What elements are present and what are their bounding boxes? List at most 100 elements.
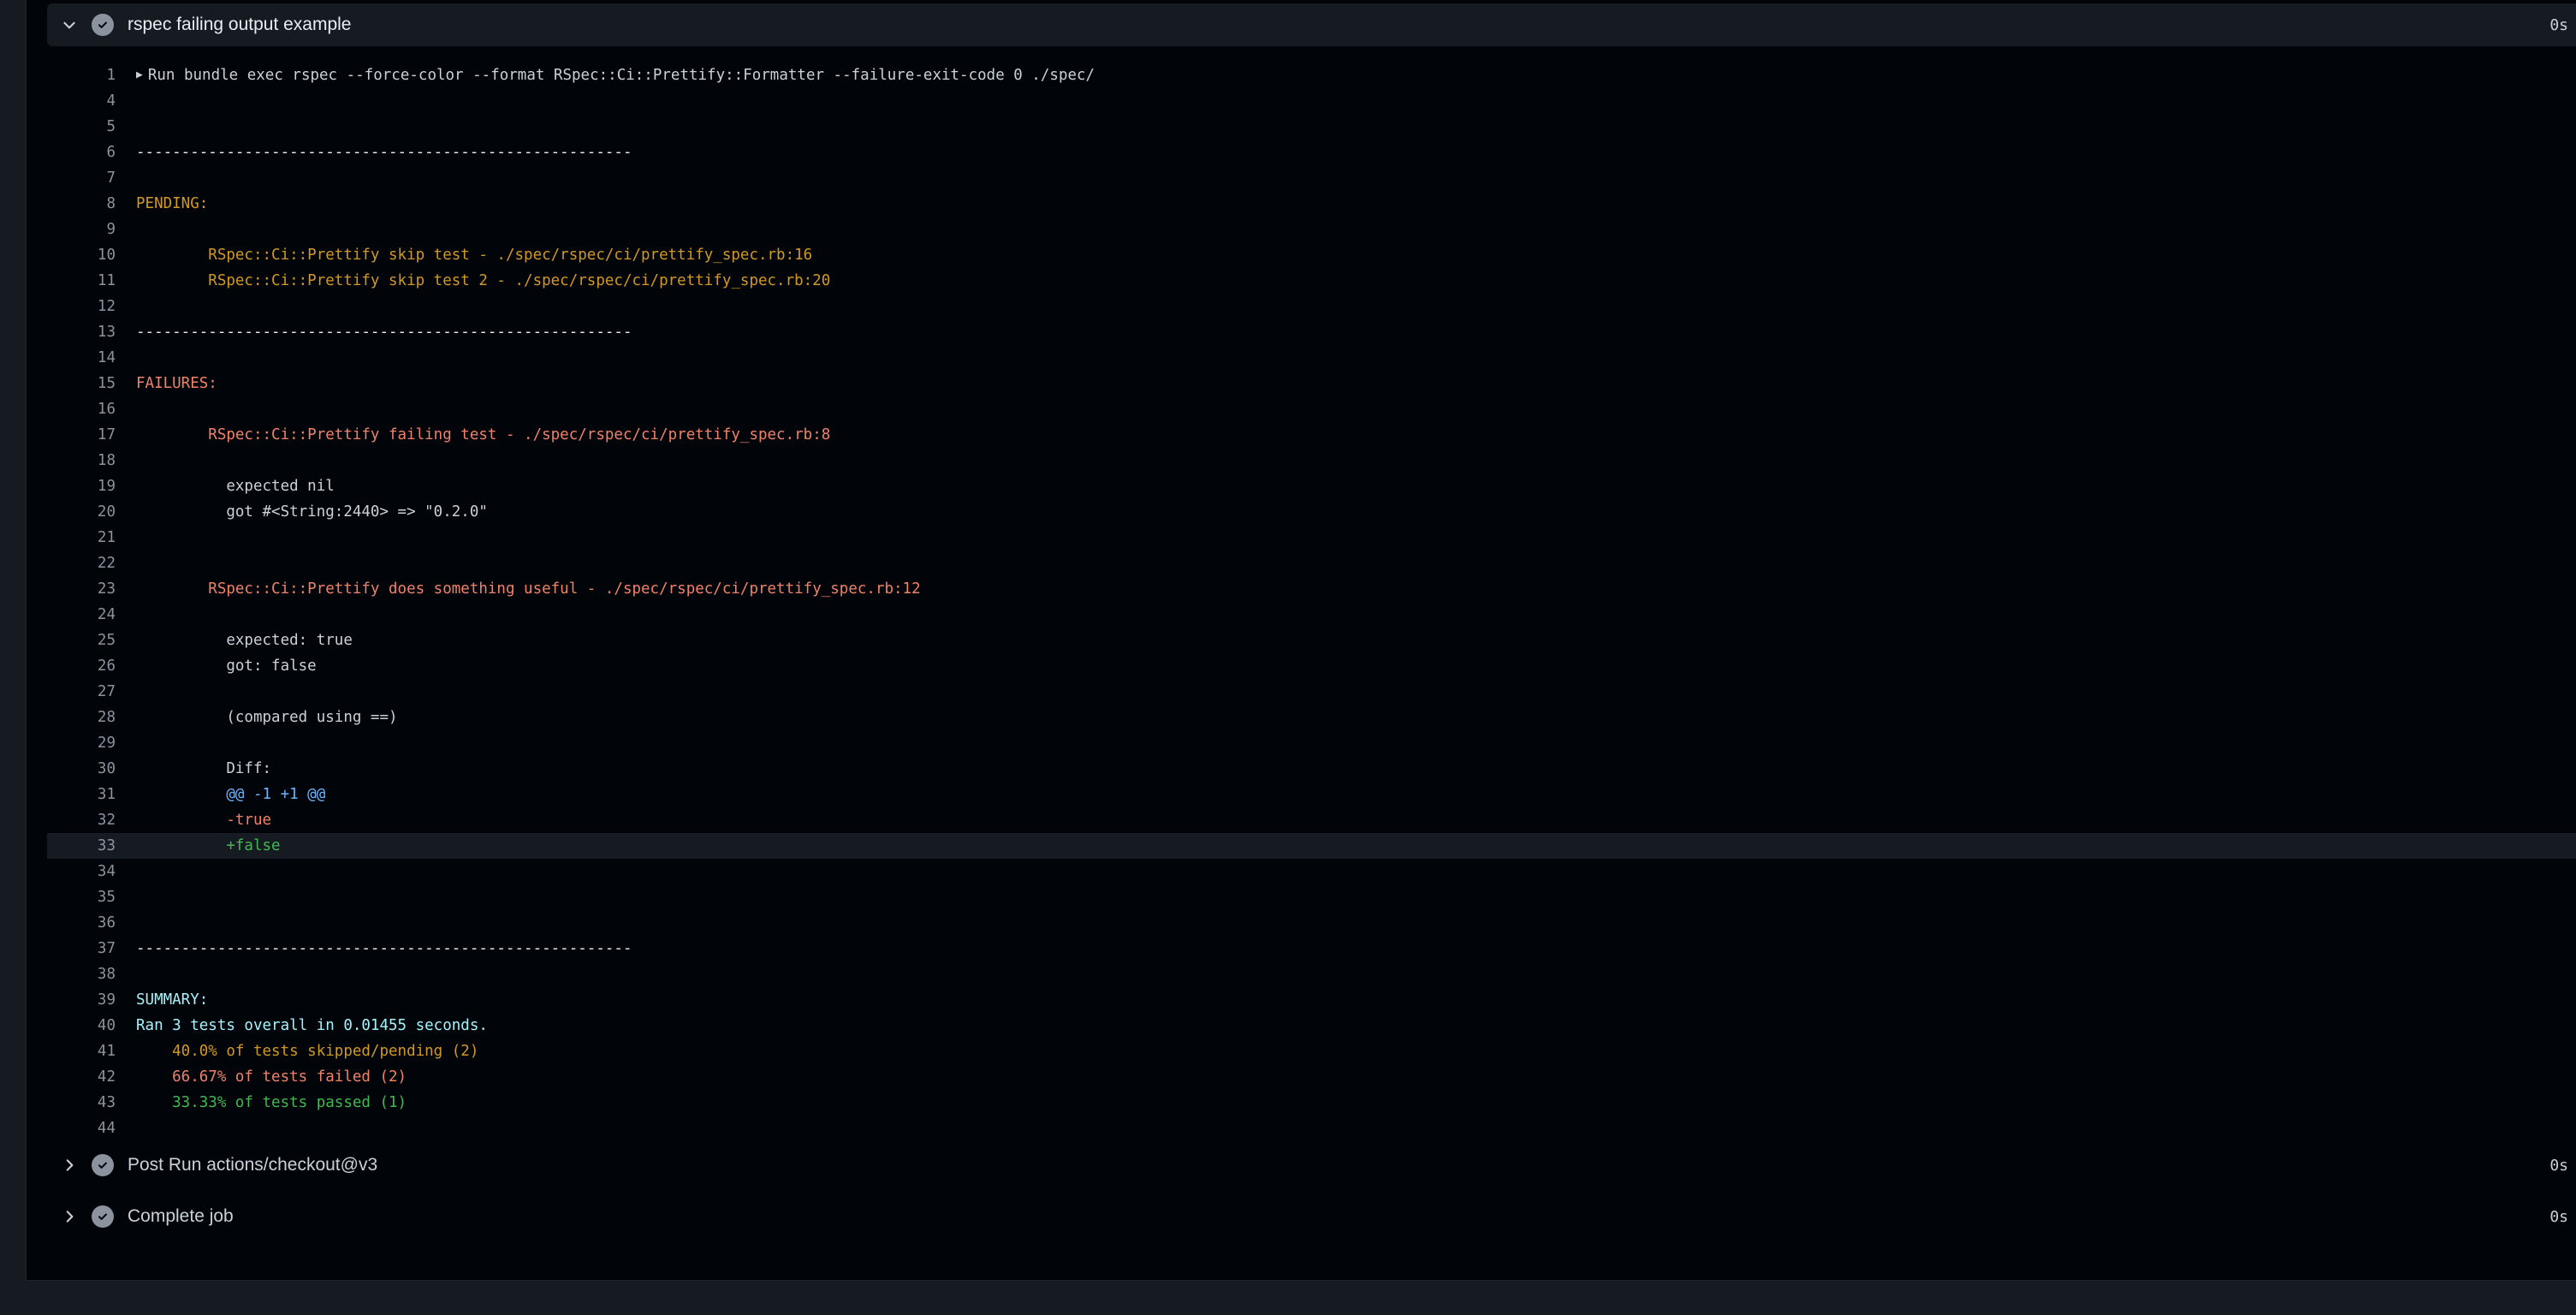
log-line: 20 got #<String:2440> => "0.2.0" [47,499,2576,525]
line-number[interactable]: 33 [47,833,136,859]
step-header-post-checkout[interactable]: Post Run actions/checkout@v3 0s [47,1144,2576,1187]
line-number[interactable]: 18 [47,448,136,473]
log-line: 27 [47,679,2576,705]
line-number[interactable]: 31 [47,782,136,807]
line-text: FAILURES: [136,375,217,392]
log-line: 36 [47,910,2576,936]
step-title: Complete job [128,1206,234,1226]
log-line: 16 [47,396,2576,422]
line-number[interactable]: 9 [47,217,136,242]
line-number[interactable]: 28 [47,705,136,730]
log-line: 19 expected nil [47,473,2576,499]
line-text: SUMMARY: [136,991,209,1009]
log-line: 13 --------------------------------------… [47,319,2576,345]
line-number[interactable]: 22 [47,550,136,576]
line-number[interactable]: 19 [47,473,136,499]
line-text: RSpec::Ci::Prettify skip test - ./spec/r… [136,247,813,264]
step-duration: 0s [2549,1156,2568,1175]
log-line: 12 [47,294,2576,319]
log-line: 31 @@ -1 +1 @@ [47,782,2576,807]
line-text: 33.33% of tests passed (1) [136,1094,407,1111]
line-number[interactable]: 27 [47,679,136,705]
line-text: 40.0% of tests skipped/pending (2) [136,1043,479,1060]
line-number[interactable]: 17 [47,422,136,448]
line-number[interactable]: 38 [47,961,136,987]
line-number[interactable]: 8 [47,191,136,217]
log-line: 35 [47,884,2576,910]
line-number[interactable]: 15 [47,371,136,396]
log-line: 42 66.67% of tests failed (2) [47,1064,2576,1090]
line-number[interactable]: 1 [47,62,136,88]
line-number[interactable]: 36 [47,910,136,936]
line-number[interactable]: 30 [47,756,136,782]
log-line: 43 33.33% of tests passed (1) [47,1090,2576,1116]
log-line: 1 ▶ Run bundle exec rspec --force-color --… [47,62,2576,88]
line-number[interactable]: 10 [47,242,136,268]
log-line: 23 RSpec::Ci::Prettify does something us… [47,576,2576,602]
line-text: @@ -1 +1 @@ [136,786,326,803]
step-header-rspec[interactable]: rspec failing output example 0s [47,3,2576,46]
line-text: 66.67% of tests failed (2) [136,1068,407,1086]
line-number[interactable]: 44 [47,1116,136,1141]
line-number[interactable]: 34 [47,859,136,884]
log-line: 38 [47,961,2576,987]
line-text: (compared using ==) [136,709,398,726]
line-number[interactable]: 37 [47,936,136,961]
line-text: Ran 3 tests overall in 0.01455 seconds. [136,1017,488,1034]
line-number[interactable]: 40 [47,1013,136,1038]
line-number[interactable]: 21 [47,525,136,550]
line-number[interactable]: 7 [47,165,136,191]
step-duration: 0s [2549,15,2568,34]
line-number[interactable]: 16 [47,396,136,422]
line-number[interactable]: 41 [47,1038,136,1064]
line-number[interactable]: 13 [47,319,136,345]
expand-group-icon[interactable]: ▶ [136,62,143,88]
line-number[interactable]: 42 [47,1064,136,1090]
log-line: 37 --------------------------------------… [47,936,2576,961]
line-text: Diff: [136,760,272,777]
line-number[interactable]: 29 [47,730,136,756]
log-line: 21 [47,525,2576,550]
line-number[interactable]: 43 [47,1090,136,1116]
log-line: 4 [47,88,2576,114]
line-text: got: false [136,658,317,675]
line-text: PENDING: [136,195,209,212]
log-line: 24 [47,602,2576,628]
line-number[interactable]: 4 [47,88,136,114]
line-number[interactable]: 14 [47,345,136,371]
line-number[interactable]: 20 [47,499,136,525]
log-line: 5 [47,114,2576,140]
log-line: 32 -true [47,807,2576,833]
chevron-right-icon[interactable] [47,1195,92,1238]
log-line: 18 [47,448,2576,473]
chevron-right-icon[interactable] [47,1144,92,1187]
line-number[interactable]: 11 [47,268,136,294]
job-log-panel: rspec failing output example 0s 1 ▶ Run bu… [26,0,2576,1281]
line-number[interactable]: 35 [47,884,136,910]
log-line: 15 FAILURES: [47,371,2576,396]
step-duration: 0s [2549,1207,2568,1226]
line-number[interactable]: 6 [47,140,136,165]
step-title: rspec failing output example [128,15,352,34]
line-text: -true [136,812,272,829]
step-header-complete-job[interactable]: Complete job 0s [47,1195,2576,1238]
line-number[interactable]: 25 [47,628,136,653]
line-number[interactable]: 12 [47,294,136,319]
step-title: Post Run actions/checkout@v3 [128,1155,378,1175]
line-text: Run bundle exec rspec --force-color --fo… [147,67,1095,84]
line-number[interactable]: 32 [47,807,136,833]
log-line: 34 [47,859,2576,884]
check-circle-icon [92,1205,114,1228]
chevron-down-icon[interactable] [47,3,92,46]
line-number[interactable]: 5 [47,114,136,140]
log-line: 29 [47,730,2576,756]
log-output: 1 ▶ Run bundle exec rspec --force-color --… [47,62,2576,1141]
log-line: 30 Diff: [47,756,2576,782]
log-line: 22 [47,550,2576,576]
line-number[interactable]: 24 [47,602,136,628]
line-number[interactable]: 26 [47,653,136,679]
line-number[interactable]: 39 [47,987,136,1013]
line-number[interactable]: 23 [47,576,136,602]
log-line: 44 [47,1116,2576,1141]
line-text: expected: true [136,632,353,649]
